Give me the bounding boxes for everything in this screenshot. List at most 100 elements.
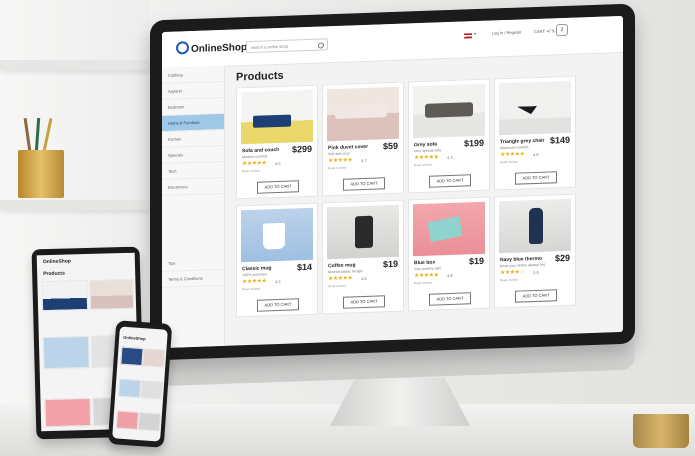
product-card[interactable]: Sofa and couch Modern comfort $299 ★★★★★ 4.5… xyxy=(236,84,318,200)
login-register-link[interactable]: Log In / Register xyxy=(492,30,521,36)
read-reviews-link[interactable]: Read reviews xyxy=(328,284,346,289)
tablet-page-title: Products xyxy=(43,270,65,278)
product-name[interactable]: Classic mug xyxy=(242,265,271,272)
rating-value: 4.8 xyxy=(361,275,367,282)
desktop-monitor: OnlineShop search a online shop ▾ Log In… xyxy=(150,3,635,361)
product-price: $19 xyxy=(468,255,484,267)
add-to-cart-button[interactable]: ADD TO CART xyxy=(257,180,299,194)
phone-product-thumb[interactable] xyxy=(118,378,142,399)
product-card[interactable]: Coffee mug Mineral plastic design $19 ★★★★★… xyxy=(322,199,404,315)
star-rating-icon: ★★★★★ xyxy=(328,157,353,165)
product-price: $19 xyxy=(382,258,398,270)
star-rating-icon: ★★★★★ xyxy=(414,154,439,162)
search-icon[interactable] xyxy=(318,42,324,49)
shelf-board xyxy=(0,60,150,70)
product-image[interactable] xyxy=(327,86,399,142)
star-rating-icon: ★★★★☆ xyxy=(500,269,525,277)
tablet-product-thumb[interactable] xyxy=(89,278,135,310)
product-name[interactable]: Sofa and couch xyxy=(242,147,279,154)
phone-product-thumb[interactable] xyxy=(140,380,164,400)
shelf-board xyxy=(0,200,150,210)
rating-value: 4.6 xyxy=(533,151,539,158)
read-reviews-link[interactable]: Read reviews xyxy=(500,160,518,165)
search-placeholder: search a online shop xyxy=(251,43,288,50)
read-reviews-link[interactable]: Read reviews xyxy=(328,166,346,171)
product-card[interactable]: Classic mug 100% porcelain $14 ★★★★★ 4.2 Read… xyxy=(236,202,318,318)
product-price: $199 xyxy=(463,137,484,149)
add-to-cart-button[interactable]: ADD TO CART xyxy=(257,298,299,312)
rating-value: 4.3 xyxy=(447,154,453,161)
logo-icon xyxy=(176,41,189,55)
product-description: Mineral plastic design xyxy=(328,269,363,275)
phone-product-thumb[interactable] xyxy=(115,410,140,430)
product-name[interactable]: Triangle grey chair xyxy=(500,138,544,146)
tablet-logo[interactable]: OnlineShop xyxy=(43,258,71,265)
product-image[interactable] xyxy=(499,198,571,254)
rating-value: 4.2 xyxy=(275,278,281,285)
add-to-cart-button[interactable]: ADD TO CART xyxy=(429,292,471,306)
product-name[interactable]: Coffee mug xyxy=(328,262,356,269)
site-logo[interactable]: OnlineShop xyxy=(176,39,247,55)
gold-mug xyxy=(633,414,689,448)
rating-value: 4.5 xyxy=(275,160,281,167)
read-reviews-link[interactable]: Read reviews xyxy=(414,163,432,168)
product-card[interactable]: Triangle grey chair Maximum comfort $149 ★★… xyxy=(494,75,576,191)
product-name[interactable]: Pink duvet cover xyxy=(328,144,368,151)
phone-logo[interactable]: OnlineShop xyxy=(123,335,146,342)
product-area: Products Sofa and couch Modern comfort $29… xyxy=(232,52,617,345)
star-rating-icon: ★★★★★ xyxy=(328,275,353,283)
language-dropdown[interactable]: ▾ xyxy=(474,31,476,36)
phone-screen: OnlineShop xyxy=(112,326,168,442)
product-price: $29 xyxy=(554,252,570,264)
phone-product-thumb[interactable] xyxy=(142,348,166,368)
tablet-product-thumb[interactable] xyxy=(42,335,90,370)
add-to-cart-button[interactable]: ADD TO CART xyxy=(343,177,385,191)
product-name[interactable]: Blue box xyxy=(414,260,435,267)
product-price: $149 xyxy=(549,134,570,146)
add-to-cart-button[interactable]: ADD TO CART xyxy=(429,174,471,188)
page-title: Products xyxy=(236,69,284,84)
phone-product-thumb[interactable] xyxy=(120,346,144,367)
add-to-cart-button[interactable]: ADD TO CART xyxy=(515,171,557,185)
rating-value: 3.9 xyxy=(533,269,539,276)
us-flag-icon[interactable] xyxy=(464,33,472,39)
read-reviews-link[interactable]: Read reviews xyxy=(500,278,518,283)
product-card[interactable]: Grey sofa Very special sofa $199 ★★★★★ 4.3 Re… xyxy=(408,78,490,194)
sidebar-footer-link[interactable]: Terms & Conditions xyxy=(162,269,224,289)
product-image[interactable] xyxy=(241,207,313,263)
add-to-cart-button[interactable]: ADD TO CART xyxy=(343,295,385,309)
product-price: $299 xyxy=(291,143,312,155)
star-rating-icon: ★★★★★ xyxy=(500,151,525,159)
product-image[interactable] xyxy=(499,80,571,136)
product-card[interactable]: Pink duvet cover Soft and cozy $59 ★★★★★ 4.7… xyxy=(322,81,404,197)
read-reviews-link[interactable]: Read reviews xyxy=(242,169,260,174)
product-price: $14 xyxy=(296,261,312,273)
product-image[interactable] xyxy=(413,83,485,139)
tablet-product-thumb[interactable] xyxy=(41,279,89,312)
phone-product-thumb[interactable] xyxy=(137,412,161,432)
add-to-cart-button[interactable]: ADD TO CART xyxy=(515,289,557,303)
product-image[interactable] xyxy=(241,89,313,145)
cart-count-badge[interactable]: 2 xyxy=(556,23,568,37)
product-image[interactable] xyxy=(413,201,485,257)
monitor-screen: OnlineShop search a online shop ▾ Log In… xyxy=(162,15,623,349)
read-reviews-link[interactable]: Read reviews xyxy=(242,287,260,292)
product-card[interactable]: Navy blue thermo Keep your drinks always … xyxy=(494,193,576,309)
star-rating-icon: ★★★★★ xyxy=(242,278,267,286)
read-reviews-link[interactable]: Read reviews xyxy=(414,281,432,286)
gold-pencil-holder xyxy=(18,150,64,198)
tablet-product-thumb[interactable] xyxy=(44,397,92,428)
product-description: Soft and cozy xyxy=(328,151,350,157)
product-name[interactable]: Grey sofa xyxy=(414,141,437,148)
product-card[interactable]: Blue box Your jewelry safe $19 ★★★★★ 4.6 Read… xyxy=(408,196,490,312)
product-description: Keep your drinks always hot xyxy=(500,262,545,269)
cart-total[interactable]: CART: 47 $ xyxy=(534,28,554,34)
sidebar-item[interactable]: Electronics xyxy=(162,177,224,197)
rating-value: 4.7 xyxy=(361,157,367,164)
phone-device: OnlineShop xyxy=(107,320,173,448)
search-input[interactable]: search a online shop xyxy=(246,38,328,54)
star-rating-icon: ★★★★★ xyxy=(414,272,439,280)
star-rating-icon: ★★★★★ xyxy=(242,160,267,168)
product-image[interactable] xyxy=(327,204,399,260)
sidebar-footer-links: Tips Terms & Conditions xyxy=(162,253,224,289)
